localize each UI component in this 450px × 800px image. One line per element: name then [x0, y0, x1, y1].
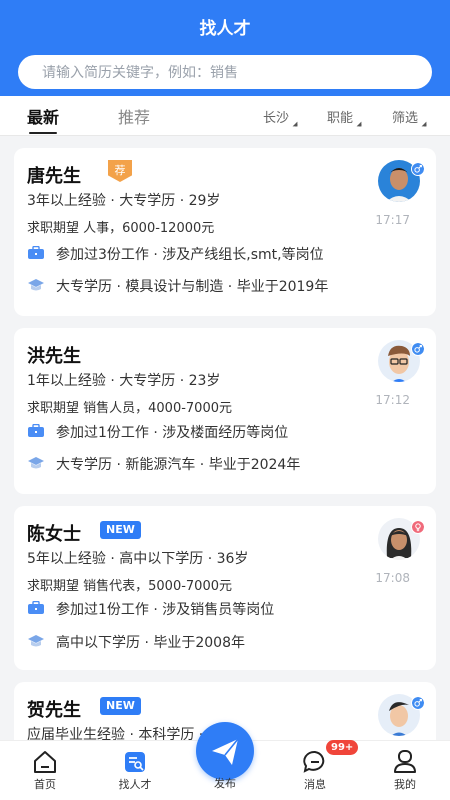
- publish-label: 发布: [214, 777, 236, 790]
- graduation-cap-icon: [28, 457, 44, 469]
- home-icon: [34, 751, 56, 773]
- female-icon: [411, 520, 425, 534]
- filter-bar: 最新 推荐 长沙 职能 筛选: [0, 96, 450, 136]
- talent-search-icon: [125, 752, 145, 772]
- job-label: 职能: [327, 111, 354, 126]
- recommended-badge: 荐: [108, 160, 132, 182]
- candidate-name: 洪先生: [27, 346, 81, 367]
- search-input[interactable]: 请输入简历关键字，例如：销售: [18, 55, 432, 89]
- education-info: 高中以下学历 · 毕业于2008年: [56, 635, 245, 651]
- male-icon: [411, 342, 425, 356]
- tab-mine-label: 我的: [394, 778, 416, 791]
- candidate-list: 唐先生 荐 3年以上经验 · 大专学历 · 29岁 求职期望 人事，6000-1…: [0, 136, 450, 740]
- search-placeholder: 请输入简历关键字，例如：销售: [42, 65, 238, 81]
- education-info: 大专学历 · 新能源汽车 · 毕业于2024年: [56, 457, 301, 473]
- dropdown-arrow-icon: [421, 121, 427, 127]
- tab-mine[interactable]: 我的: [370, 741, 440, 800]
- candidate-card[interactable]: 陈女士 NEW 5年以上经验 · 高中以下学历 · 36岁 求职期望 销售代表，…: [14, 506, 436, 670]
- job-dropdown[interactable]: 职能: [327, 107, 363, 128]
- candidate-summary: 5年以上经验 · 高中以下学历 · 36岁: [27, 551, 249, 567]
- new-badge: NEW: [100, 697, 141, 715]
- tab-latest[interactable]: 最新: [27, 104, 59, 134]
- briefcase-icon: [28, 424, 44, 437]
- candidate-summary: 1年以上经验 · 大专学历 · 23岁: [27, 373, 221, 389]
- male-icon: [411, 696, 425, 710]
- graduation-cap-icon: [28, 635, 44, 647]
- dropdown-arrow-icon: [356, 121, 362, 127]
- send-icon: [212, 738, 239, 765]
- candidate-card[interactable]: 洪先生 1年以上经验 · 大专学历 · 23岁 求职期望 销售人员，4000-7…: [14, 328, 436, 494]
- top-header: 找人才 请输入简历关键字，例如：销售: [0, 0, 450, 96]
- graduation-cap-icon: [28, 279, 44, 291]
- message-count-badge: 99+: [326, 740, 359, 755]
- tab-home-label: 首页: [34, 778, 56, 791]
- tab-messages-label: 消息: [304, 778, 326, 791]
- candidate-name: 唐先生: [27, 166, 81, 187]
- candidate-card[interactable]: 唐先生 荐 3年以上经验 · 大专学历 · 29岁 求职期望 人事，6000-1…: [14, 148, 436, 316]
- page-title: 找人才: [199, 19, 251, 39]
- tab-home[interactable]: 首页: [10, 741, 80, 800]
- city-dropdown[interactable]: 长沙: [263, 107, 299, 128]
- update-time: 17:12: [375, 393, 410, 407]
- education-info: 大专学历 · 模具设计与制造 · 毕业于2019年: [56, 279, 329, 295]
- candidate-expectation: 求职期望 人事，6000-12000元: [27, 221, 215, 236]
- filter-dropdown[interactable]: 筛选: [392, 107, 428, 128]
- work-history: 参加过3份工作 · 涉及产线组长,smt,等岗位: [56, 247, 324, 263]
- candidate-name: 陈女士: [27, 524, 81, 545]
- briefcase-icon: [28, 246, 44, 259]
- new-badge: NEW: [100, 521, 141, 539]
- candidate-expectation: 求职期望 销售代表，5000-7000元: [27, 579, 232, 594]
- city-label: 长沙: [263, 111, 290, 126]
- update-time: 17:17: [375, 213, 410, 227]
- user-icon: [394, 750, 416, 773]
- candidate-name: 贺先生: [27, 700, 81, 721]
- message-icon: [303, 750, 325, 773]
- work-history: 参加过1份工作 · 涉及销售员等岗位: [56, 602, 275, 618]
- candidate-summary: 3年以上经验 · 大专学历 · 29岁: [27, 193, 221, 209]
- filter-label: 筛选: [392, 111, 419, 126]
- tab-recommend[interactable]: 推荐: [118, 104, 150, 128]
- briefcase-icon: [28, 601, 44, 614]
- male-icon: [411, 162, 425, 176]
- update-time: 17:08: [375, 571, 410, 585]
- work-history: 参加过1份工作 · 涉及楼面经历等岗位: [56, 425, 289, 441]
- tab-talent-label: 找人才: [118, 778, 152, 791]
- publish-button[interactable]: [196, 722, 254, 780]
- candidate-expectation: 求职期望 销售人员，4000-7000元: [27, 401, 232, 416]
- dropdown-arrow-icon: [292, 121, 298, 127]
- tab-talent[interactable]: 找人才: [100, 741, 170, 800]
